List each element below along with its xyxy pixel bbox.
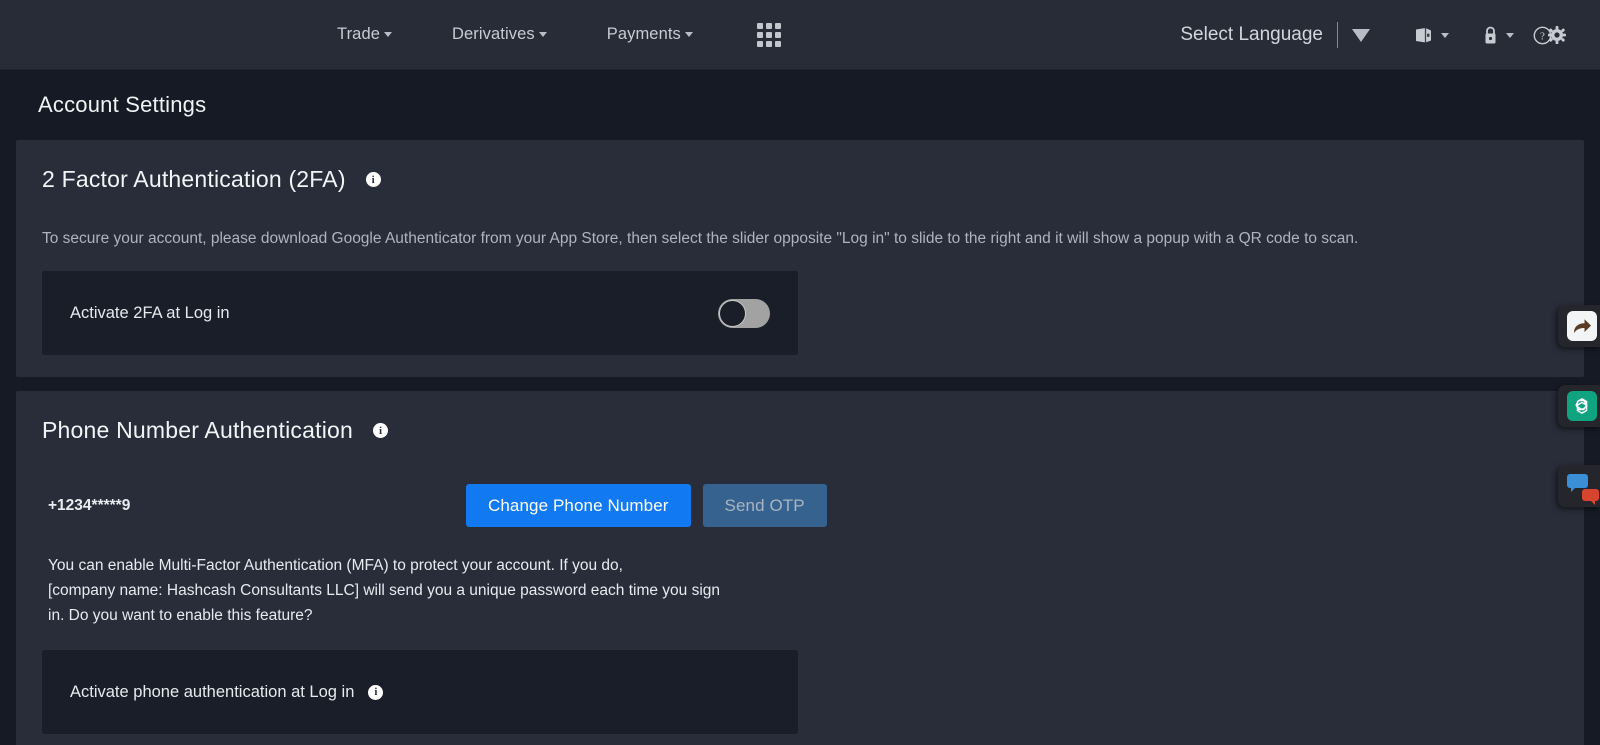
change-phone-number-button[interactable]: Change Phone Number [466, 484, 691, 527]
mfa-description-line-2: [company name: Hashcash Consultants LLC]… [48, 578, 1558, 603]
activate-phone-auth-panel: Activate phone authentication at Log in … [42, 650, 798, 734]
grid-cell [766, 32, 772, 38]
nav-item-derivatives[interactable]: Derivatives [452, 25, 547, 44]
utility-nav: Select Language [1180, 0, 1600, 70]
page-title: Account Settings [0, 70, 1600, 140]
nav-divider [1337, 22, 1338, 48]
grid-cell [757, 32, 763, 38]
two-factor-title: 2 Factor Authentication (2FA) [42, 166, 346, 193]
activate-2fa-panel: Activate 2FA at Log in [42, 271, 798, 355]
activate-2fa-label: Activate 2FA at Log in [70, 304, 230, 323]
lock-icon [1483, 26, 1498, 45]
security-lock-menu-button[interactable] [1483, 26, 1514, 45]
svg-text:?: ? [1540, 30, 1545, 42]
nav-item-payments[interactable]: Payments [607, 25, 693, 44]
two-factor-title-row: 2 Factor Authentication (2FA) i [42, 166, 1558, 193]
nav-item-trade-label: Trade [337, 25, 380, 43]
info-icon[interactable]: i [366, 172, 381, 187]
grid-cell [766, 41, 772, 47]
two-factor-description: To secure your account, please download … [42, 229, 1558, 249]
share-widget[interactable] [1558, 305, 1600, 347]
share-arrow-icon [1572, 317, 1592, 335]
chatgpt-widget[interactable] [1558, 385, 1600, 427]
language-selector-label[interactable]: Select Language [1180, 24, 1323, 46]
chatgpt-widget-surface [1567, 391, 1597, 421]
phone-number-value: +1234*****9 [42, 497, 466, 515]
chevron-down-icon [1441, 33, 1449, 38]
wallet-icon [1414, 27, 1433, 44]
openai-logo-icon [1571, 395, 1593, 417]
chevron-down-icon [384, 32, 392, 37]
page-body: Account Settings 2 Factor Authentication… [0, 70, 1600, 745]
share-widget-surface [1567, 311, 1597, 341]
mfa-description: You can enable Multi-Factor Authenticati… [42, 553, 1558, 628]
help-circle-icon: ? [1533, 26, 1552, 45]
chat-bubble-secondary-icon [1582, 489, 1599, 501]
chat-widget-surface [1567, 471, 1597, 501]
side-widget-rail [1558, 305, 1600, 545]
toggle-knob [719, 300, 746, 327]
grid-cell [766, 23, 772, 29]
chat-widget[interactable] [1558, 465, 1600, 507]
chevron-down-icon [685, 32, 693, 37]
info-icon[interactable]: i [368, 685, 383, 700]
chevron-down-icon [1506, 33, 1514, 38]
help-button[interactable]: ? [1533, 26, 1552, 45]
nav-item-payments-label: Payments [607, 25, 681, 43]
info-icon[interactable]: i [373, 423, 388, 438]
nav-item-trade[interactable]: Trade [337, 25, 392, 44]
chat-bubbles-icon [1567, 474, 1588, 488]
chevron-down-icon [539, 32, 547, 37]
grid-cell [775, 32, 781, 38]
activate-phone-auth-label: Activate phone authentication at Log in [70, 683, 354, 702]
grid-cell [757, 23, 763, 29]
mfa-description-line-1: You can enable Multi-Factor Authenticati… [48, 553, 1558, 578]
caret-down-icon[interactable] [1352, 29, 1370, 42]
grid-cell [775, 41, 781, 47]
main-nav: Trade Derivatives Payments [337, 23, 781, 47]
mfa-description-line-3: in. Do you want to enable this feature? [48, 603, 1558, 628]
phone-row: +1234*****9 Change Phone Number Send OTP [42, 484, 1558, 527]
apps-grid-icon[interactable] [757, 23, 781, 47]
phone-auth-title-row: Phone Number Authentication i [42, 417, 1558, 444]
grid-cell [757, 41, 763, 47]
activate-phone-auth-label-wrap: Activate phone authentication at Log in … [70, 683, 383, 702]
two-factor-authentication-card: 2 Factor Authentication (2FA) i To secur… [16, 140, 1584, 377]
top-navigation-bar: Trade Derivatives Payments Select Langua… [0, 0, 1600, 70]
send-otp-button[interactable]: Send OTP [703, 484, 827, 527]
wallet-menu-button[interactable] [1414, 27, 1449, 44]
activate-2fa-toggle[interactable] [718, 299, 770, 328]
phone-auth-title: Phone Number Authentication [42, 417, 353, 444]
nav-item-derivatives-label: Derivatives [452, 25, 535, 43]
phone-number-authentication-card: Phone Number Authentication i +1234*****… [16, 391, 1584, 745]
grid-cell [775, 23, 781, 29]
